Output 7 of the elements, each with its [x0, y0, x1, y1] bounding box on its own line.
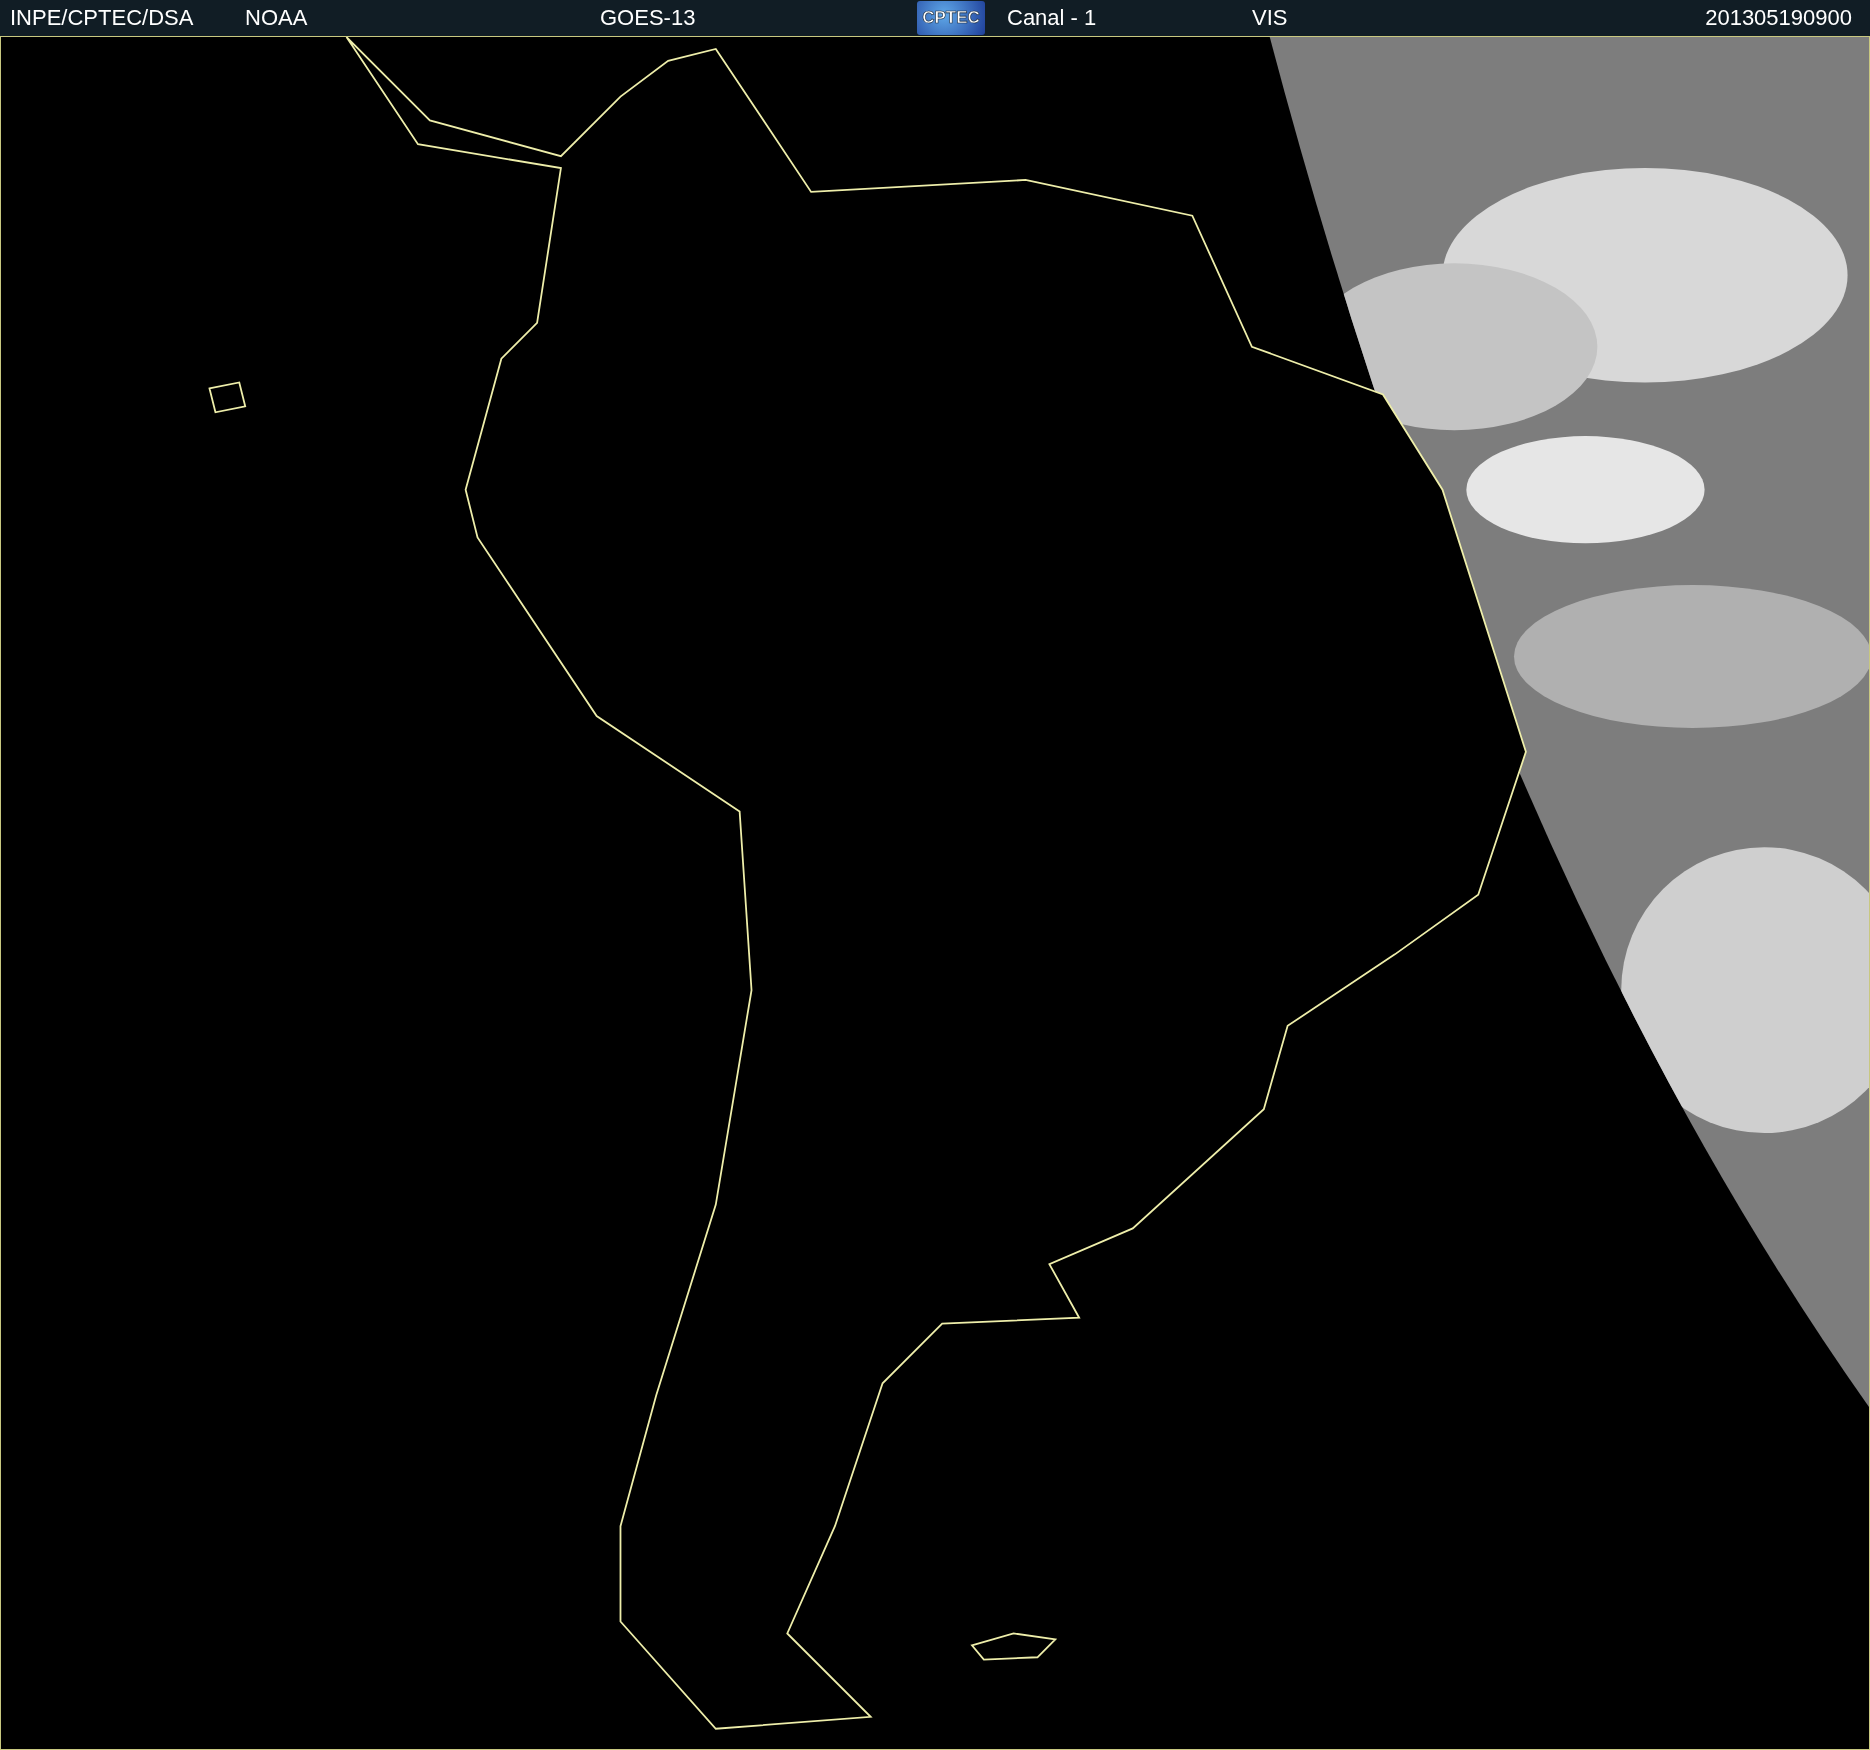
header-label: VIS	[1252, 5, 1289, 31]
header-label: NOAA	[245, 5, 309, 31]
header-label: GOES-13	[600, 5, 697, 31]
logo: CPTEC	[917, 1, 985, 35]
header-label: Canal - 1	[1007, 5, 1098, 31]
header-label: 201305190900	[1705, 5, 1853, 31]
header-label: INPE/CPTEC/DSA	[10, 5, 195, 31]
